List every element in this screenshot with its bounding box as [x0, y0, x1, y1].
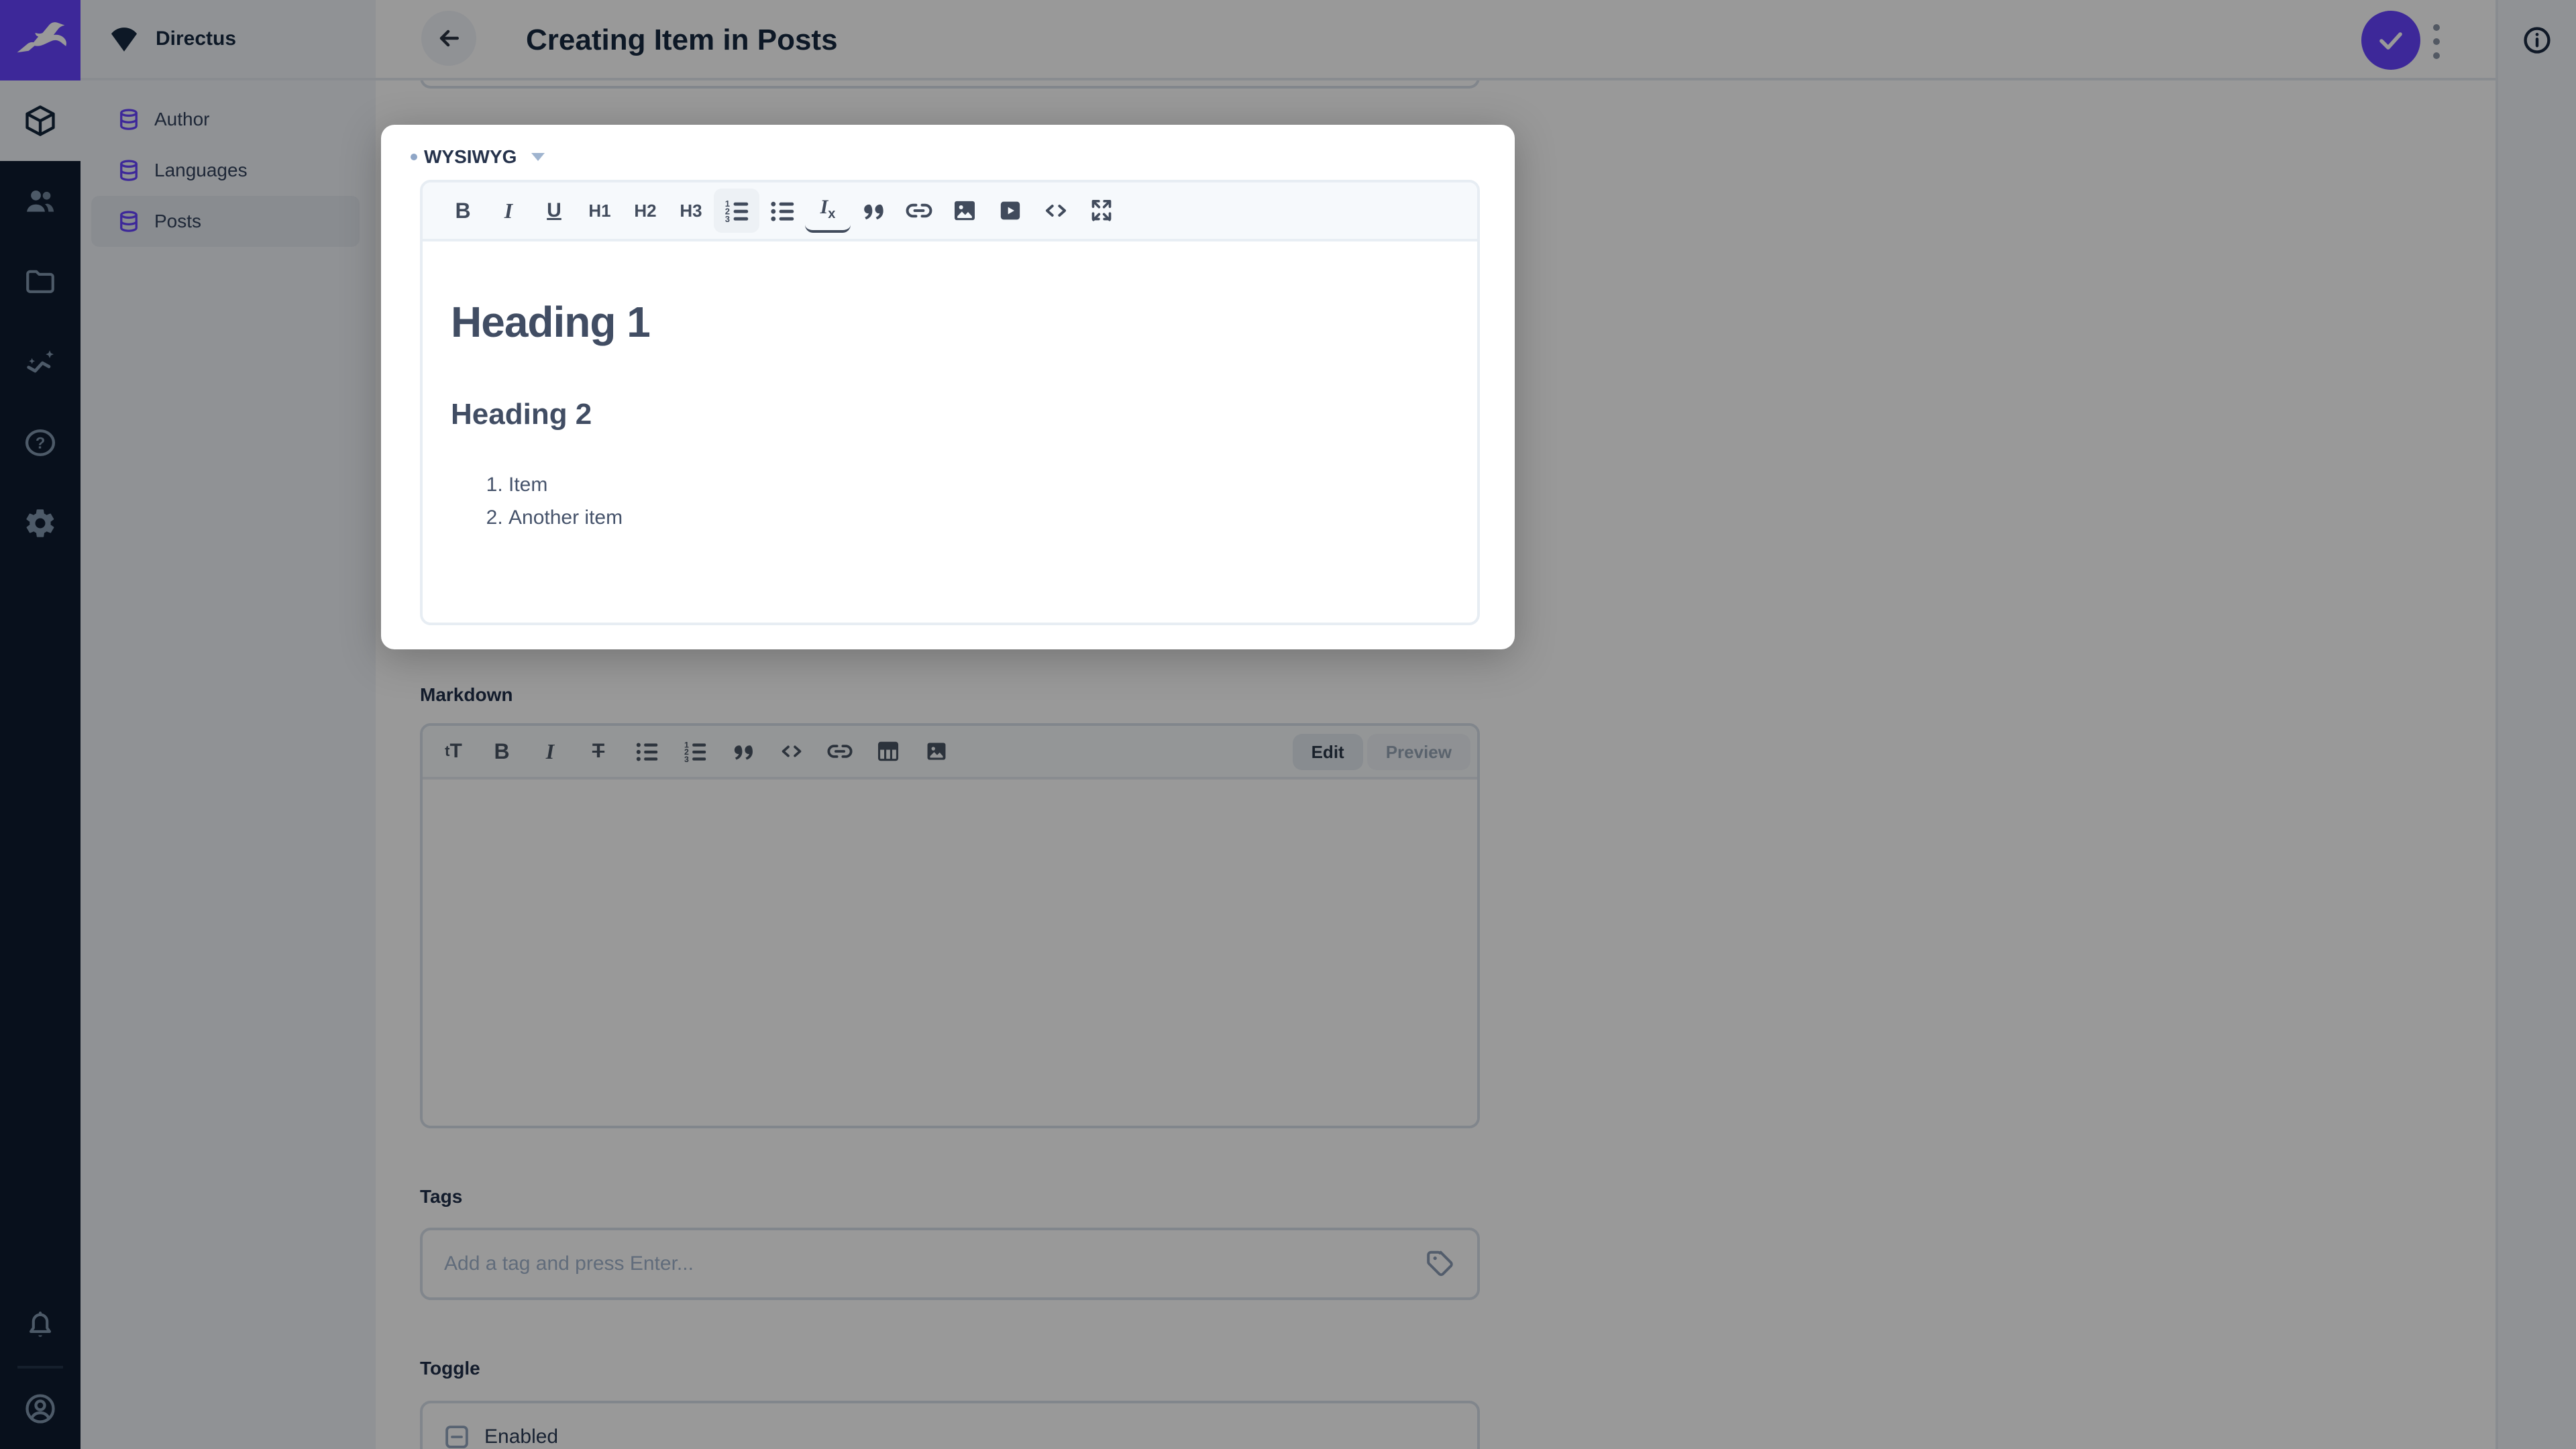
app-screen: ? Directus Author Languages Posts Creati…	[0, 0, 2576, 1449]
clear-formatting-glyph: Ix	[820, 195, 836, 221]
ordered-list-button[interactable]: 123	[714, 189, 759, 233]
code-button[interactable]	[1033, 189, 1079, 233]
h3-button[interactable]: H3	[668, 189, 714, 233]
list-item: Another item	[508, 501, 1477, 534]
svg-text:3: 3	[725, 214, 730, 224]
clear-formatting-button[interactable]: Ix	[805, 189, 851, 233]
content-heading2: Heading 2	[451, 398, 592, 431]
image-button[interactable]	[942, 189, 987, 233]
wysiwyg-editor: B I U H1 H2 H3 123 Ix Heading 1 Heading …	[420, 180, 1480, 625]
chevron-down-icon[interactable]	[531, 153, 545, 161]
content-ordered-list: Item Another item	[451, 468, 1477, 534]
underline-button[interactable]: U	[531, 189, 577, 233]
wysiwyg-toolbar: B I U H1 H2 H3 123 Ix	[423, 182, 1477, 241]
link-button[interactable]	[896, 189, 942, 233]
bullet-list-button[interactable]	[759, 189, 805, 233]
content-heading1: Heading 1	[451, 298, 651, 346]
blockquote-button[interactable]	[851, 189, 896, 233]
fullscreen-button[interactable]	[1079, 189, 1124, 233]
video-button[interactable]	[987, 189, 1033, 233]
list-item: Item	[508, 468, 1477, 501]
wysiwyg-label-row: WYSIWYG	[411, 146, 545, 168]
wysiwyg-field-card: WYSIWYG B I U H1 H2 H3 123 Ix Heading 1 …	[381, 125, 1515, 649]
h2-button[interactable]: H2	[623, 189, 668, 233]
field-edited-dot-icon	[411, 154, 417, 160]
h1-button[interactable]: H1	[577, 189, 623, 233]
wysiwyg-content-area[interactable]: Heading 1 Heading 2 Item Another item	[423, 295, 1477, 623]
wysiwyg-field-label: WYSIWYG	[424, 146, 517, 167]
bold-button[interactable]: B	[440, 189, 486, 233]
italic-button[interactable]: I	[486, 189, 531, 233]
